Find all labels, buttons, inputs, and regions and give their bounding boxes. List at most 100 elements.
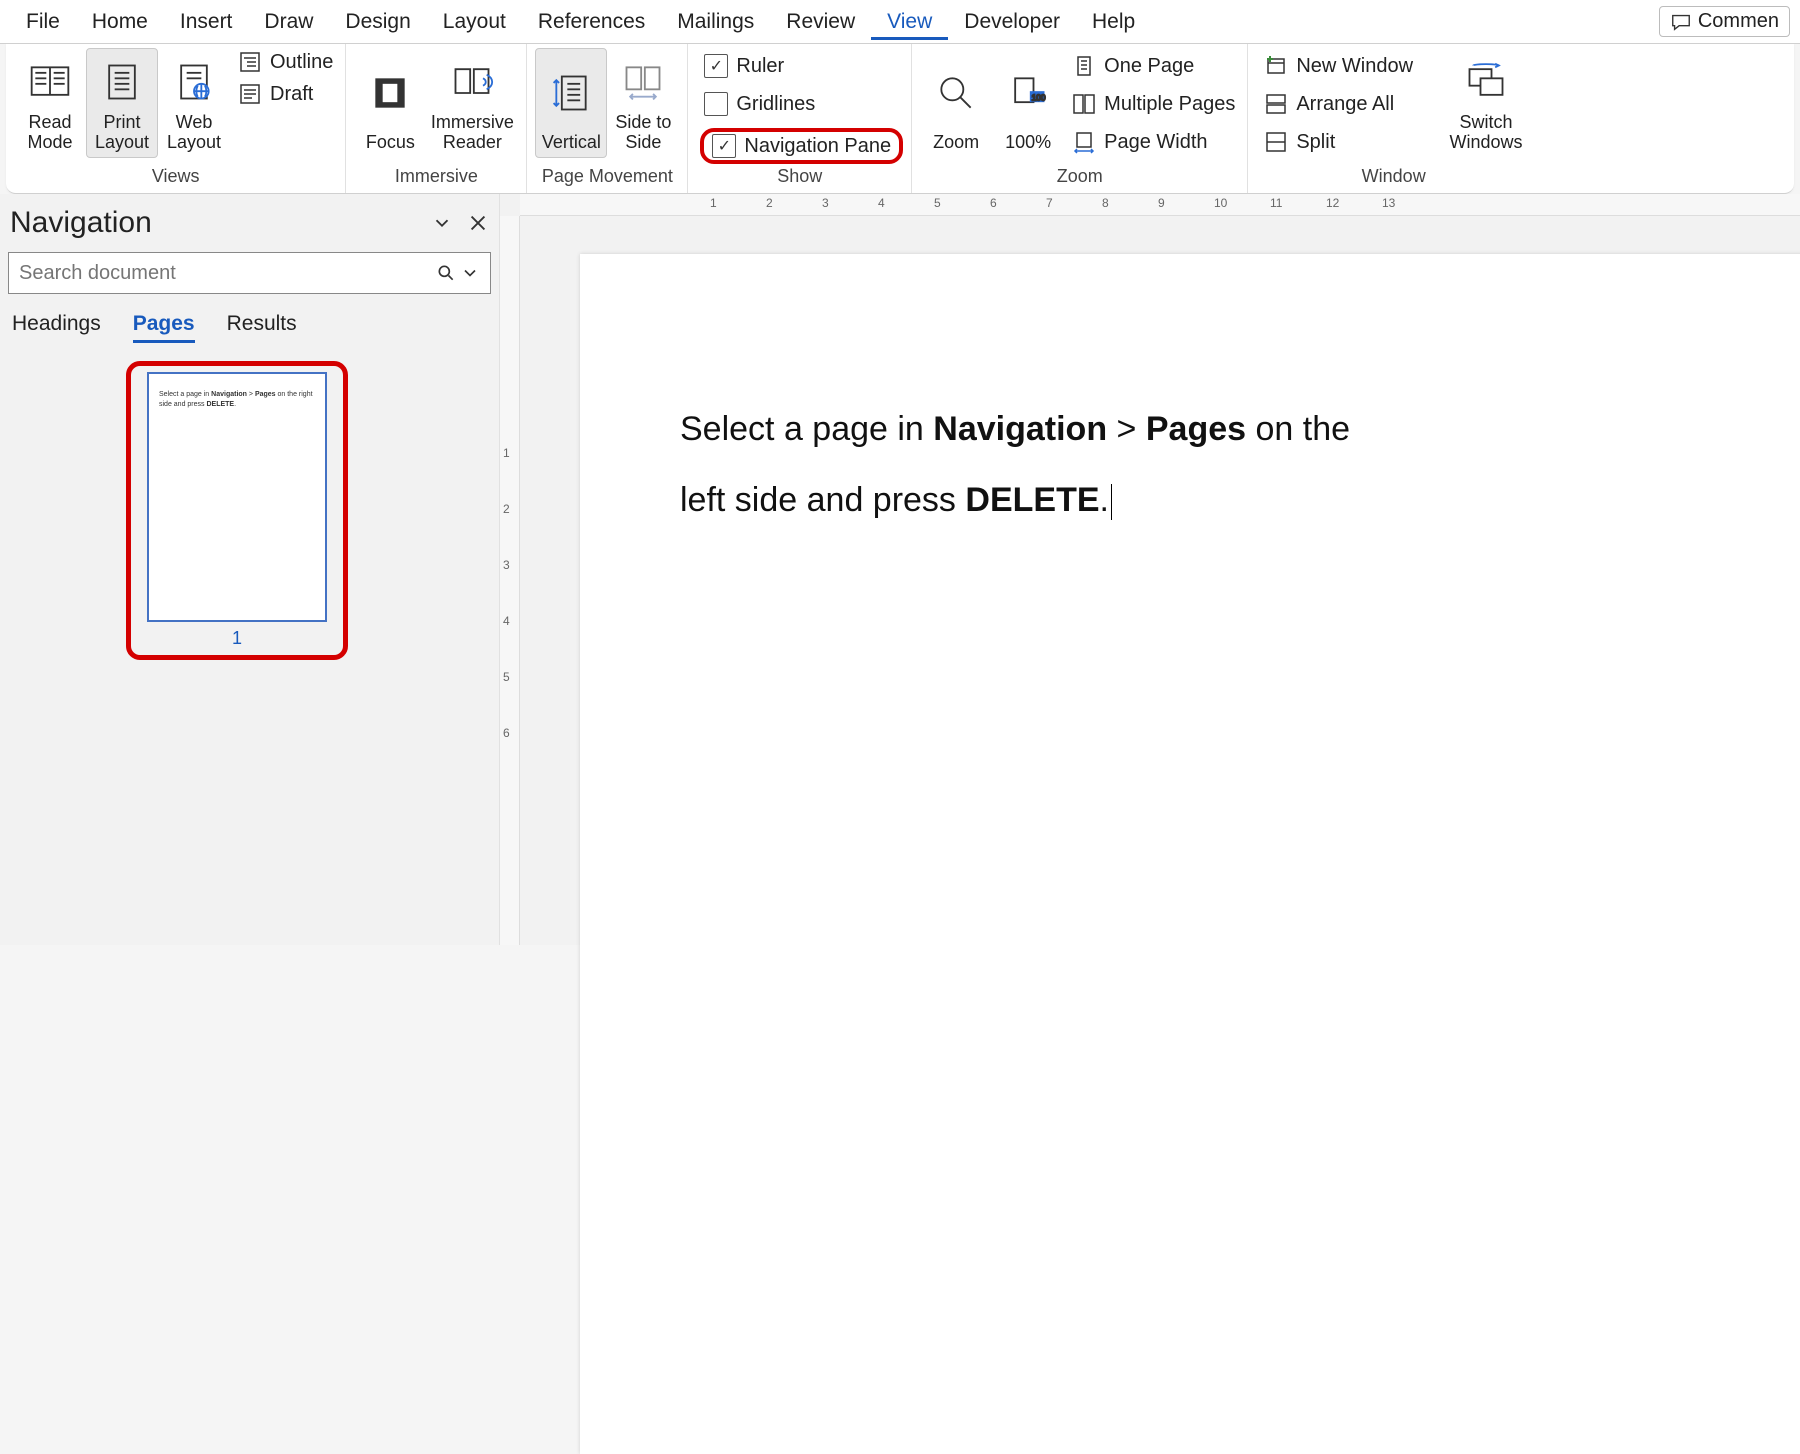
vertical-button[interactable]: Vertical	[535, 48, 607, 158]
multiple-pages-button[interactable]: Multiple Pages	[1068, 90, 1239, 118]
page-thumbnail[interactable]: Select a page in Navigation > Pages on t…	[147, 372, 327, 622]
tab-insert[interactable]: Insert	[164, 4, 249, 40]
nav-tab-results[interactable]: Results	[227, 312, 297, 343]
tab-review[interactable]: Review	[770, 4, 871, 40]
draft-label: Draft	[270, 83, 313, 106]
page-thumbnail-highlight: Select a page in Navigation > Pages on t…	[126, 361, 348, 660]
gridlines-checkbox[interactable]: Gridlines	[700, 90, 903, 118]
search-input[interactable]	[19, 262, 436, 285]
read-mode-button[interactable]: Read Mode	[14, 48, 86, 158]
navigation-pane-checkbox[interactable]: Navigation Pane	[700, 128, 903, 164]
print-layout-button[interactable]: Print Layout	[86, 48, 158, 158]
draft-button[interactable]: Draft	[234, 80, 337, 108]
immersive-reader-icon	[450, 60, 494, 104]
print-layout-icon	[100, 60, 144, 104]
views-group-label: Views	[14, 164, 337, 191]
page-width-label: Page Width	[1104, 131, 1207, 154]
new-window-button[interactable]: New Window	[1260, 52, 1417, 80]
tab-help[interactable]: Help	[1076, 4, 1151, 40]
chevron-down-icon[interactable]	[431, 212, 453, 234]
outline-icon	[238, 50, 262, 74]
one-page-icon	[1072, 54, 1096, 78]
side-to-side-label: Side to Side	[610, 112, 676, 153]
group-views: Read Mode Print Layout Web Layout Outlin…	[6, 44, 346, 193]
hundred-percent-icon: 100	[1006, 71, 1050, 115]
focus-label: Focus	[366, 132, 415, 153]
document-page[interactable]: Select a page in Navigation > Pages on t…	[580, 254, 1800, 1454]
nav-tab-pages[interactable]: Pages	[133, 312, 195, 343]
document-area: 12345678910111213 123456 Select a page i…	[500, 194, 1800, 945]
group-window: New Window Arrange All Split Switch Wind…	[1248, 44, 1539, 193]
multiple-pages-icon	[1072, 92, 1096, 116]
focus-icon	[368, 71, 412, 115]
nav-pane-check-icon	[712, 134, 736, 158]
switch-windows-icon	[1464, 60, 1508, 104]
arrange-all-label: Arrange All	[1296, 93, 1394, 116]
group-immersive: Focus Immersive Reader Immersive	[346, 44, 527, 193]
outline-button[interactable]: Outline	[234, 48, 337, 76]
nav-tab-headings[interactable]: Headings	[12, 312, 101, 343]
switch-windows-label: Switch Windows	[1444, 112, 1528, 153]
outline-label: Outline	[270, 51, 333, 74]
comments-label: Commen	[1698, 10, 1779, 33]
zoom-label: Zoom	[933, 132, 979, 153]
immersive-reader-button[interactable]: Immersive Reader	[426, 48, 518, 158]
search-input-wrap[interactable]	[8, 252, 491, 294]
arrange-all-button[interactable]: Arrange All	[1260, 90, 1417, 118]
page-movement-group-label: Page Movement	[535, 164, 679, 191]
text-cursor	[1111, 484, 1112, 520]
zoom-icon	[934, 71, 978, 115]
zoom-button[interactable]: Zoom	[920, 48, 992, 158]
tab-design[interactable]: Design	[329, 4, 426, 40]
tab-draw[interactable]: Draw	[248, 4, 329, 40]
split-icon	[1264, 130, 1288, 154]
gridlines-check-icon	[704, 92, 728, 116]
workspace: Navigation Headings Pages Results Select…	[0, 194, 1800, 945]
page-width-icon	[1072, 130, 1096, 154]
zoom-group-label: Zoom	[920, 164, 1239, 191]
search-icon[interactable]	[436, 263, 456, 283]
nav-tabs: Headings Pages Results	[8, 312, 491, 353]
draft-icon	[238, 82, 262, 106]
read-mode-label: Read Mode	[17, 112, 83, 153]
tab-view[interactable]: View	[871, 4, 948, 40]
ruler-check-icon	[704, 54, 728, 78]
tab-layout[interactable]: Layout	[427, 4, 522, 40]
document-line-1: Select a page in Navigation > Pages on t…	[680, 394, 1800, 465]
tab-file[interactable]: File	[10, 4, 76, 40]
tab-home[interactable]: Home	[76, 4, 164, 40]
comments-button[interactable]: Commen	[1659, 6, 1790, 37]
hundred-percent-button[interactable]: 100 100%	[992, 48, 1064, 158]
document-line-2: left side and press DELETE.	[680, 465, 1800, 536]
comment-icon	[1670, 11, 1692, 33]
side-to-side-icon	[621, 60, 665, 104]
search-dropdown-icon[interactable]	[460, 263, 480, 283]
tab-mailings[interactable]: Mailings	[661, 4, 770, 40]
side-to-side-button[interactable]: Side to Side	[607, 48, 679, 158]
ruler-label: Ruler	[736, 55, 784, 78]
immersive-reader-label: Immersive Reader	[429, 112, 515, 153]
one-page-label: One Page	[1104, 55, 1194, 78]
gridlines-label: Gridlines	[736, 93, 815, 116]
tab-references[interactable]: References	[522, 4, 661, 40]
page-width-button[interactable]: Page Width	[1068, 128, 1239, 156]
vertical-ruler[interactable]: 123456	[500, 216, 520, 945]
horizontal-ruler[interactable]: 12345678910111213	[520, 194, 1800, 216]
menu-tabs: File Home Insert Draw Design Layout Refe…	[0, 0, 1800, 44]
split-button[interactable]: Split	[1260, 128, 1417, 156]
focus-button[interactable]: Focus	[354, 48, 426, 158]
switch-windows-button[interactable]: Switch Windows	[1441, 48, 1531, 158]
hundred-percent-label: 100%	[1005, 132, 1051, 153]
one-page-button[interactable]: One Page	[1068, 52, 1239, 80]
nav-header: Navigation	[8, 202, 491, 252]
immersive-group-label: Immersive	[354, 164, 518, 191]
ruler-checkbox[interactable]: Ruler	[700, 52, 903, 80]
split-label: Split	[1296, 131, 1335, 154]
print-layout-label: Print Layout	[89, 112, 155, 153]
tab-developer[interactable]: Developer	[948, 4, 1076, 40]
group-page-movement: Vertical Side to Side Page Movement	[527, 44, 688, 193]
nav-pane-label: Navigation Pane	[744, 135, 891, 158]
web-layout-button[interactable]: Web Layout	[158, 48, 230, 158]
new-window-label: New Window	[1296, 55, 1413, 78]
close-icon[interactable]	[467, 212, 489, 234]
